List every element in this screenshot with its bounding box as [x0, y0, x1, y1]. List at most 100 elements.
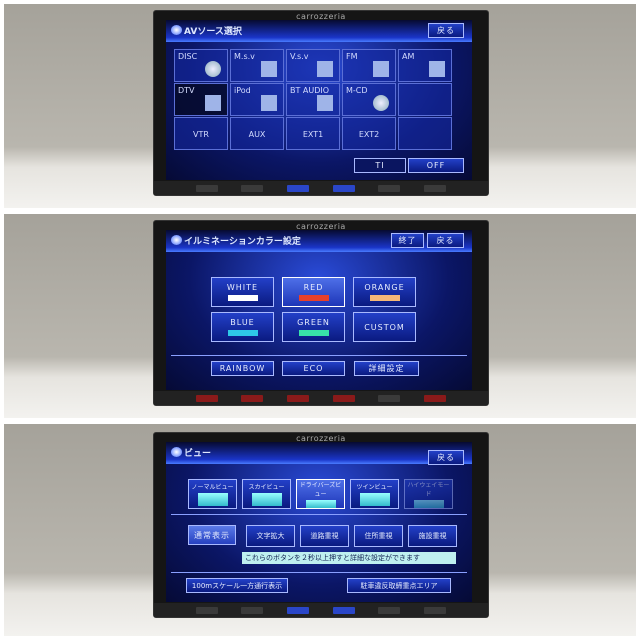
color-red-button[interactable]: RED: [282, 277, 345, 307]
page-title: ビュー: [184, 449, 212, 459]
source-label: AM: [402, 52, 415, 61]
color-orange-button[interactable]: ORANGE: [353, 277, 416, 307]
source-fm[interactable]: FM: [342, 49, 396, 82]
orb-icon: [171, 235, 182, 245]
source-ext1[interactable]: EXT1: [286, 117, 340, 150]
nav-unit: carrozzeria ビュー 戻る ノーマルビュー スカイビュー ドライバーズビュ…: [153, 432, 489, 618]
screen: ビュー 戻る ノーマルビュー スカイビュー ドライバーズビュー ツインビュー ハイウェイ…: [166, 442, 472, 602]
color-label: WHITE: [226, 283, 259, 292]
source-empty: [398, 117, 452, 150]
view-mode-button[interactable]: ドライバーズビュー: [296, 479, 345, 509]
source-disc[interactable]: DISC: [174, 49, 228, 82]
view-mode-label: ツインビュー: [356, 484, 393, 491]
source-icon: [373, 61, 389, 77]
view-option-button[interactable]: 住所重視: [354, 525, 403, 547]
one-way-display-toggle[interactable]: 100mスケール一方通行表示: [186, 578, 288, 593]
source-label: DTV: [178, 86, 195, 95]
color-label: CUSTOM: [364, 322, 405, 332]
normal-display-button[interactable]: 通常表示: [188, 525, 236, 545]
page-title: イルミネーションカラー設定: [184, 237, 301, 247]
ti-button[interactable]: TI: [354, 158, 406, 173]
source-v-s-v[interactable]: V.s.v: [286, 49, 340, 82]
source-icon: [429, 61, 445, 77]
panel-av-source: carrozzeria AVソース選択 戻る DISC M.s.v V.s.v FM A…: [4, 4, 636, 208]
source-icon: [317, 95, 333, 111]
view-preview-icon: [359, 493, 390, 506]
source-am[interactable]: AM: [398, 49, 452, 82]
nav-unit: carrozzeria イルミネーションカラー設定 終了 戻る WHITE RED…: [153, 220, 489, 406]
color-swatch: [227, 295, 258, 301]
color-label: ORANGE: [364, 283, 405, 292]
hardware-buttons: [154, 603, 488, 617]
color-blue-button[interactable]: BLUE: [211, 312, 274, 342]
color-label: BLUE: [230, 318, 255, 327]
end-button[interactable]: 終了: [391, 233, 424, 248]
color-label: GREEN: [297, 318, 330, 327]
source-label: EXT1: [302, 130, 324, 139]
view-preview-icon: [251, 493, 282, 506]
source-label: EXT2: [358, 130, 380, 139]
source-m-s-v[interactable]: M.s.v: [230, 49, 284, 82]
view-mode-label: ノーマルビュー: [191, 484, 234, 491]
view-mode-label: ドライバーズビュー: [299, 482, 342, 498]
source-label: iPod: [234, 86, 251, 95]
source-ipod[interactable]: iPod: [230, 83, 284, 116]
source-vtr[interactable]: VTR: [174, 117, 228, 150]
orb-icon: [171, 447, 182, 457]
view-mode-label: スカイビュー: [248, 484, 285, 491]
source-ext2[interactable]: EXT2: [342, 117, 396, 150]
source-icon: [261, 95, 277, 111]
screen: イルミネーションカラー設定 終了 戻る WHITE RED ORANGE BLUE GR…: [166, 230, 472, 390]
view-mode-button[interactable]: スカイビュー: [242, 479, 291, 509]
panel-view: carrozzeria ビュー 戻る ノーマルビュー スカイビュー ドライバーズビュ…: [4, 424, 636, 636]
color-label: RED: [303, 283, 324, 292]
source-label: BT AUDIO: [290, 86, 330, 95]
source-label: DISC: [178, 52, 198, 61]
color-green-button[interactable]: GREEN: [282, 312, 345, 342]
view-option-button[interactable]: 道路重視: [300, 525, 349, 547]
hardware-buttons: [154, 391, 488, 405]
parking-area-toggle[interactable]: 駐車違反取締重点エリア: [347, 578, 451, 593]
color-swatch: [369, 295, 400, 301]
back-button[interactable]: 戻る: [428, 450, 464, 465]
view-option-button[interactable]: 施設重視: [408, 525, 457, 547]
source-icon: [317, 61, 333, 77]
color-custom-button[interactable]: CUSTOM: [353, 312, 416, 342]
source-icon: [373, 95, 389, 111]
back-button[interactable]: 戻る: [427, 233, 464, 248]
view-mode-label: ハイウェイモード: [407, 482, 450, 498]
source-icon: [205, 95, 221, 111]
source-label: AUX: [248, 130, 266, 139]
color-swatch: [298, 330, 329, 336]
source-aux[interactable]: AUX: [230, 117, 284, 150]
source-label: M.s.v: [234, 52, 255, 61]
back-button[interactable]: 戻る: [428, 23, 464, 38]
view-option-button[interactable]: 文字拡大: [246, 525, 295, 547]
off-button[interactable]: OFF: [408, 158, 464, 173]
view-mode-button[interactable]: ツインビュー: [350, 479, 399, 509]
source-m-cd[interactable]: M-CD: [342, 83, 396, 116]
source-bt-audio[interactable]: BT AUDIO: [286, 83, 340, 116]
rainbow-button[interactable]: RAINBOW: [211, 361, 274, 376]
orb-icon: [171, 25, 182, 35]
source-label: M-CD: [346, 86, 368, 95]
source-label: VTR: [193, 130, 209, 139]
view-preview-icon: [413, 500, 444, 508]
page-title: AVソース選択: [184, 27, 242, 37]
source-icon: [261, 61, 277, 77]
color-white-button[interactable]: WHITE: [211, 277, 274, 307]
view-preview-icon: [305, 500, 336, 508]
view-preview-icon: [197, 493, 228, 506]
source-dtv[interactable]: DTV: [174, 83, 228, 116]
nav-unit: carrozzeria AVソース選択 戻る DISC M.s.v V.s.v FM A…: [153, 10, 489, 196]
hint-text: これらのボタンを２秒以上押すと詳細な設定ができます: [242, 552, 456, 564]
color-swatch: [298, 295, 329, 301]
source-label: V.s.v: [290, 52, 309, 61]
view-mode-button[interactable]: ノーマルビュー: [188, 479, 237, 509]
detail-settings-button[interactable]: 詳細設定: [354, 361, 419, 376]
view-mode-button: ハイウェイモード: [404, 479, 453, 509]
hardware-buttons: [154, 181, 488, 195]
eco-button[interactable]: ECO: [282, 361, 345, 376]
screen: AVソース選択 戻る DISC M.s.v V.s.v FM AM DTV iPod BT A…: [166, 20, 472, 180]
panel-illumination: carrozzeria イルミネーションカラー設定 終了 戻る WHITE RED…: [4, 214, 636, 418]
